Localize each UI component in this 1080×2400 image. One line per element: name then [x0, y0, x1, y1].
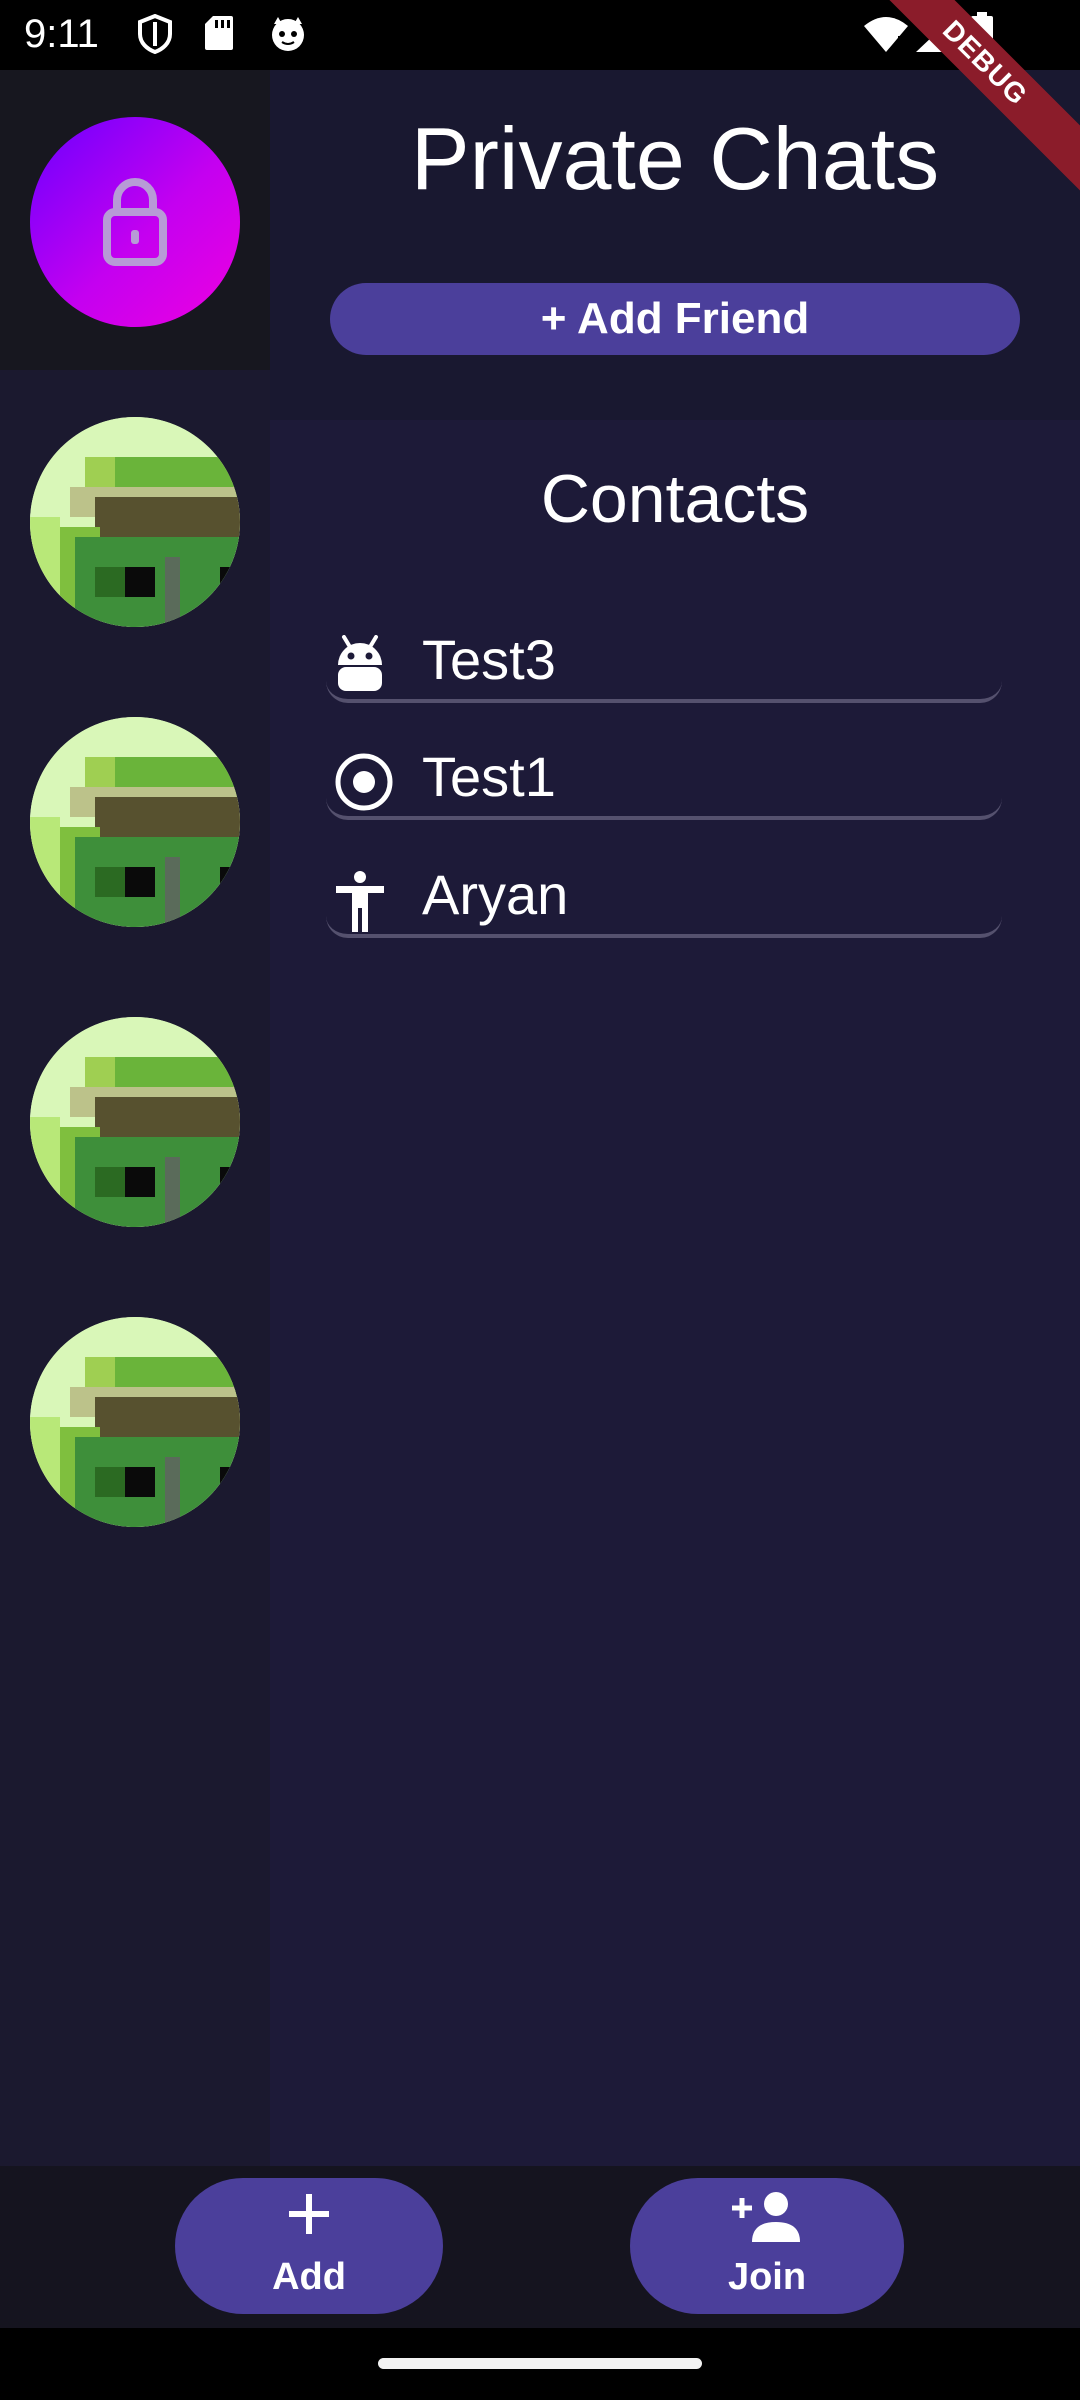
- pixel-art-avatar: [30, 417, 240, 627]
- contact-name: Test3: [422, 628, 556, 691]
- plus-icon: [175, 2190, 443, 2238]
- join-button[interactable]: Join: [630, 2178, 904, 2314]
- cat-face-icon: [268, 14, 308, 59]
- add-button-label: Add: [272, 2256, 346, 2298]
- contact-item-test1[interactable]: Test1: [326, 742, 1002, 820]
- accessibility-icon: [334, 870, 386, 932]
- wifi-alert-icon: [862, 16, 910, 59]
- server-avatar[interactable]: [30, 417, 240, 627]
- gesture-nav-area: [0, 2328, 1080, 2400]
- contact-name: Test1: [422, 745, 556, 808]
- server-avatar[interactable]: [30, 1317, 240, 1527]
- android-icon: [334, 635, 386, 691]
- contact-item-test3[interactable]: Test3: [326, 625, 1002, 703]
- app-body: Private Chats + Add Friend Contacts Test…: [0, 70, 1080, 2328]
- bottom-bar: Add Join: [0, 2166, 1080, 2328]
- shield-icon: [137, 13, 173, 59]
- add-friend-button[interactable]: + Add Friend: [330, 283, 1020, 355]
- private-chats-button[interactable]: [30, 117, 240, 327]
- sd-card-icon: [203, 14, 235, 57]
- server-avatar[interactable]: [30, 1017, 240, 1227]
- server-sidebar: [0, 70, 270, 2166]
- radio-target-icon: [334, 752, 393, 811]
- person-add-icon: [630, 2190, 904, 2242]
- server-avatar[interactable]: [30, 717, 240, 927]
- add-button[interactable]: Add: [175, 2178, 443, 2314]
- status-time: 9:11: [24, 12, 99, 56]
- pixel-art-avatar: [30, 1317, 240, 1527]
- contact-name: Aryan: [422, 863, 569, 926]
- header: Private Chats + Add Friend: [270, 70, 1080, 420]
- home-indicator[interactable]: [378, 2358, 702, 2369]
- contacts-heading: Contacts: [540, 461, 810, 537]
- join-button-label: Join: [727, 2256, 807, 2298]
- pixel-art-avatar: [30, 717, 240, 927]
- page-title: Private Chats: [410, 109, 940, 208]
- contact-item-aryan[interactable]: Aryan: [326, 860, 1002, 938]
- pixel-art-avatar: [30, 1017, 240, 1227]
- lock-icon: [103, 174, 167, 271]
